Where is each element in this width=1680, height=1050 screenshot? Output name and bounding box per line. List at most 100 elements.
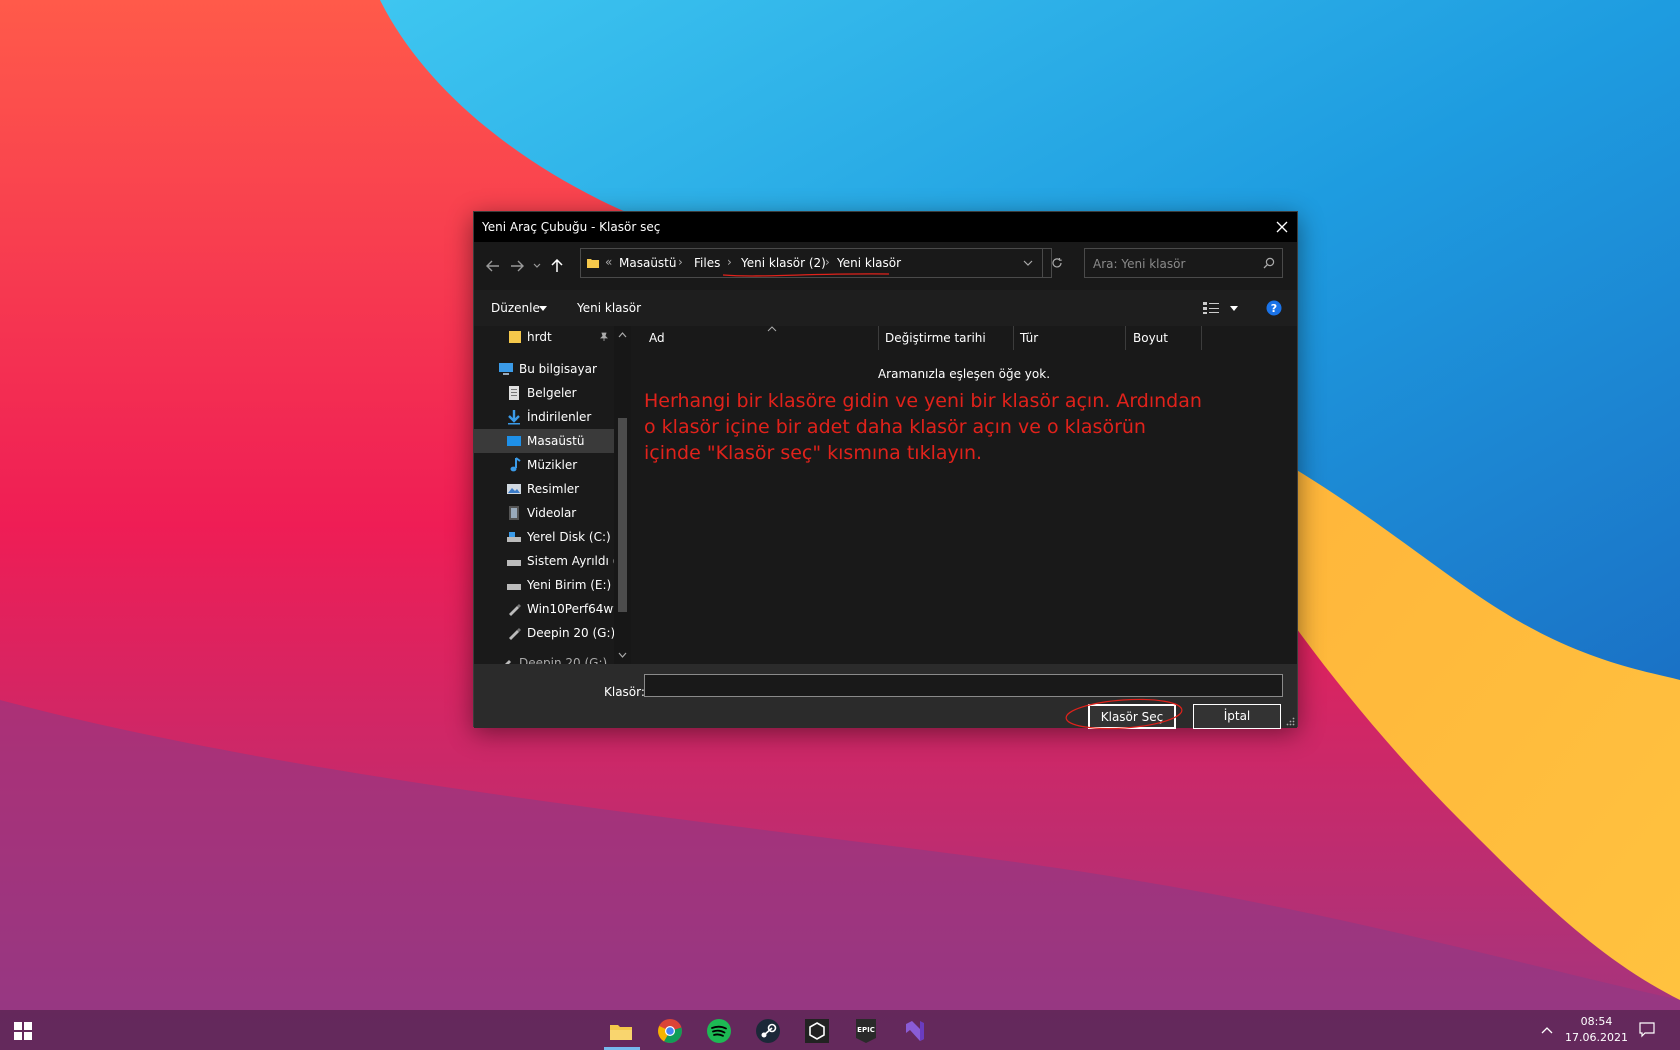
desktop-icon (507, 436, 521, 446)
sidebar-item-downloads[interactable]: İndirilenler (474, 405, 614, 429)
chevron-down-icon[interactable] (1023, 260, 1033, 267)
drive-icon (507, 584, 521, 590)
sidebar-item-desktop[interactable]: Masaüstü (474, 429, 614, 453)
cancel-button[interactable]: İptal (1193, 704, 1281, 729)
unity-icon[interactable] (804, 1018, 830, 1044)
videos-icon (509, 506, 519, 520)
sort-ascending-icon (767, 326, 777, 332)
sidebar-item-label: Yerel Disk (C:) (527, 530, 611, 544)
usb-icon (509, 628, 521, 640)
close-icon (1276, 221, 1288, 233)
file-explorer-icon[interactable] (608, 1018, 634, 1044)
column-divider[interactable] (1125, 326, 1126, 350)
search-input[interactable]: Ara: Yeni klasör (1084, 248, 1283, 278)
sidebar-item-drive-d[interactable]: Sistem Ayrıldı (D (474, 549, 627, 573)
new-folder-button[interactable]: Yeni klasör (577, 301, 641, 315)
column-header-date[interactable]: Değiştirme tarihi (885, 331, 986, 345)
forward-button[interactable] (507, 256, 527, 276)
column-header-size[interactable]: Boyut (1133, 331, 1168, 345)
folder-label: Klasör: (604, 685, 645, 699)
taskbar: EPIC 08:54 17.06.2021 (0, 1010, 1680, 1050)
sidebar-item-this-pc[interactable]: Bu bilgisayar (474, 357, 614, 381)
back-button[interactable] (483, 256, 503, 276)
up-button[interactable] (547, 256, 567, 276)
view-options-icon[interactable] (1203, 302, 1219, 314)
dialog-footer: Klasör: Klasör Seç İptal (474, 664, 1297, 730)
visual-studio-icon[interactable] (902, 1018, 928, 1044)
navigation-pane: hrdt Bu bilgisayar Belgeler İndirilenler… (474, 326, 631, 664)
folder-icon (509, 331, 521, 343)
sidebar-item-music[interactable]: Müzikler (474, 453, 614, 477)
chevron-down-icon[interactable] (1230, 306, 1238, 311)
window-title: Yeni Araç Çubuğu - Klasör seç (482, 220, 661, 234)
folder-name-input[interactable] (644, 674, 1283, 697)
chrome-icon[interactable] (657, 1018, 683, 1044)
music-icon (510, 457, 521, 472)
recent-locations-button[interactable] (527, 256, 547, 276)
breadcrumb-yeni-klasor[interactable]: Yeni klasör (837, 256, 901, 270)
sidebar-item-drive-c[interactable]: Yerel Disk (C:) (474, 525, 614, 549)
chevron-up-icon[interactable] (1541, 1026, 1553, 1034)
search-placeholder: Ara: Yeni klasör (1093, 257, 1186, 271)
notification-center-icon[interactable] (1639, 1022, 1655, 1038)
chevron-down-icon (533, 263, 541, 268)
sidebar-item-label: Belgeler (527, 386, 577, 400)
arrow-left-icon (486, 260, 499, 272)
usb-icon (505, 660, 511, 664)
help-icon[interactable]: ? (1266, 300, 1282, 316)
sidebar-item-label: Masaüstü (527, 434, 585, 448)
documents-icon (509, 386, 519, 400)
scroll-down-icon[interactable] (618, 652, 627, 658)
sidebar-item-label: İndirilenler (527, 410, 592, 424)
windows-start-icon[interactable] (14, 1022, 32, 1040)
sidebar-item-usb-deepin-2[interactable]: Deepin 20 (G:) (474, 651, 614, 664)
sidebar-item-label: Deepin 20 (G:) (519, 656, 608, 664)
breadcrumb-yeni-klasor-2[interactable]: Yeni klasör (2) (741, 256, 826, 270)
address-overflow[interactable]: « (605, 255, 612, 269)
refresh-icon[interactable] (1051, 257, 1063, 269)
close-button[interactable] (1267, 212, 1297, 242)
sidebar-item-documents[interactable]: Belgeler (474, 381, 614, 405)
red-underline-mark (722, 273, 890, 277)
column-header-type[interactable]: Tür (1020, 331, 1038, 345)
sidebar-scrollbar[interactable] (614, 326, 631, 664)
sidebar-item-label: Resimler (527, 482, 580, 496)
sidebar-item-drive-e[interactable]: Yeni Birim (E:) (474, 573, 614, 597)
usb-icon (509, 604, 521, 616)
sidebar-item-hrdt[interactable]: hrdt (474, 326, 614, 349)
breadcrumb-separator: › (727, 255, 732, 269)
scroll-thumb[interactable] (618, 418, 627, 612)
breadcrumb-separator: › (825, 255, 830, 269)
column-divider[interactable] (878, 326, 879, 350)
resize-grip-icon[interactable] (1286, 717, 1295, 726)
steam-icon[interactable] (755, 1018, 781, 1044)
title-bar: Yeni Araç Çubuğu - Klasör seç (474, 212, 1297, 242)
sidebar-item-pictures[interactable]: Resimler (474, 477, 614, 501)
command-bar: Düzenle Yeni klasör ? (474, 290, 1297, 326)
breadcrumb-files[interactable]: Files (694, 256, 720, 270)
sidebar-item-label: Videolar (527, 506, 577, 520)
column-header-name[interactable]: Ad (649, 331, 665, 345)
search-icon[interactable] (1263, 257, 1275, 269)
arrow-right-icon (511, 260, 524, 272)
breadcrumb-separator: › (678, 255, 683, 269)
pictures-icon (507, 484, 521, 494)
address-bar[interactable]: « Masaüstü › Files › Yeni klasör (2) › Y… (580, 248, 1062, 278)
sidebar-item-label: hrdt (527, 330, 552, 344)
pin-icon (600, 332, 608, 341)
sidebar-item-usb-win10[interactable]: Win10Perf64www (474, 597, 631, 621)
sidebar-item-usb-deepin[interactable]: Deepin 20 (G:) (474, 621, 615, 645)
organize-menu[interactable]: Düzenle (491, 301, 540, 315)
breadcrumb-masaustu[interactable]: Masaüstü (619, 256, 676, 270)
column-divider[interactable] (1201, 326, 1202, 350)
taskbar-clock[interactable]: 08:54 17.06.2021 (1565, 1014, 1628, 1046)
instruction-annotation: Herhangi bir klasöre gidin ve yeni bir k… (644, 390, 1202, 464)
sidebar-item-label: Bu bilgisayar (519, 362, 597, 376)
column-divider[interactable] (1013, 326, 1014, 350)
sidebar-item-videos[interactable]: Videolar (474, 501, 614, 525)
epic-games-icon[interactable]: EPIC (853, 1018, 879, 1044)
scroll-up-icon[interactable] (618, 332, 627, 338)
spotify-icon[interactable] (706, 1018, 732, 1044)
clock-date: 17.06.2021 (1565, 1031, 1628, 1044)
red-circle-mark (1065, 698, 1183, 730)
